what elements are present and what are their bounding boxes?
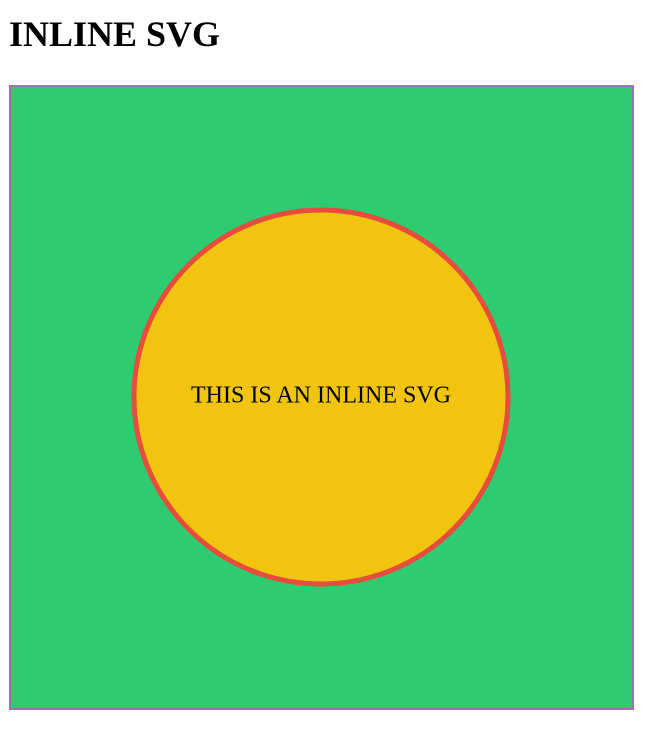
svg-circle-label: THIS IS AN INLINE SVG xyxy=(191,383,451,409)
page-title: INLINE SVG xyxy=(9,14,221,54)
inline-svg-canvas: THIS IS AN INLINE SVG xyxy=(9,85,634,710)
